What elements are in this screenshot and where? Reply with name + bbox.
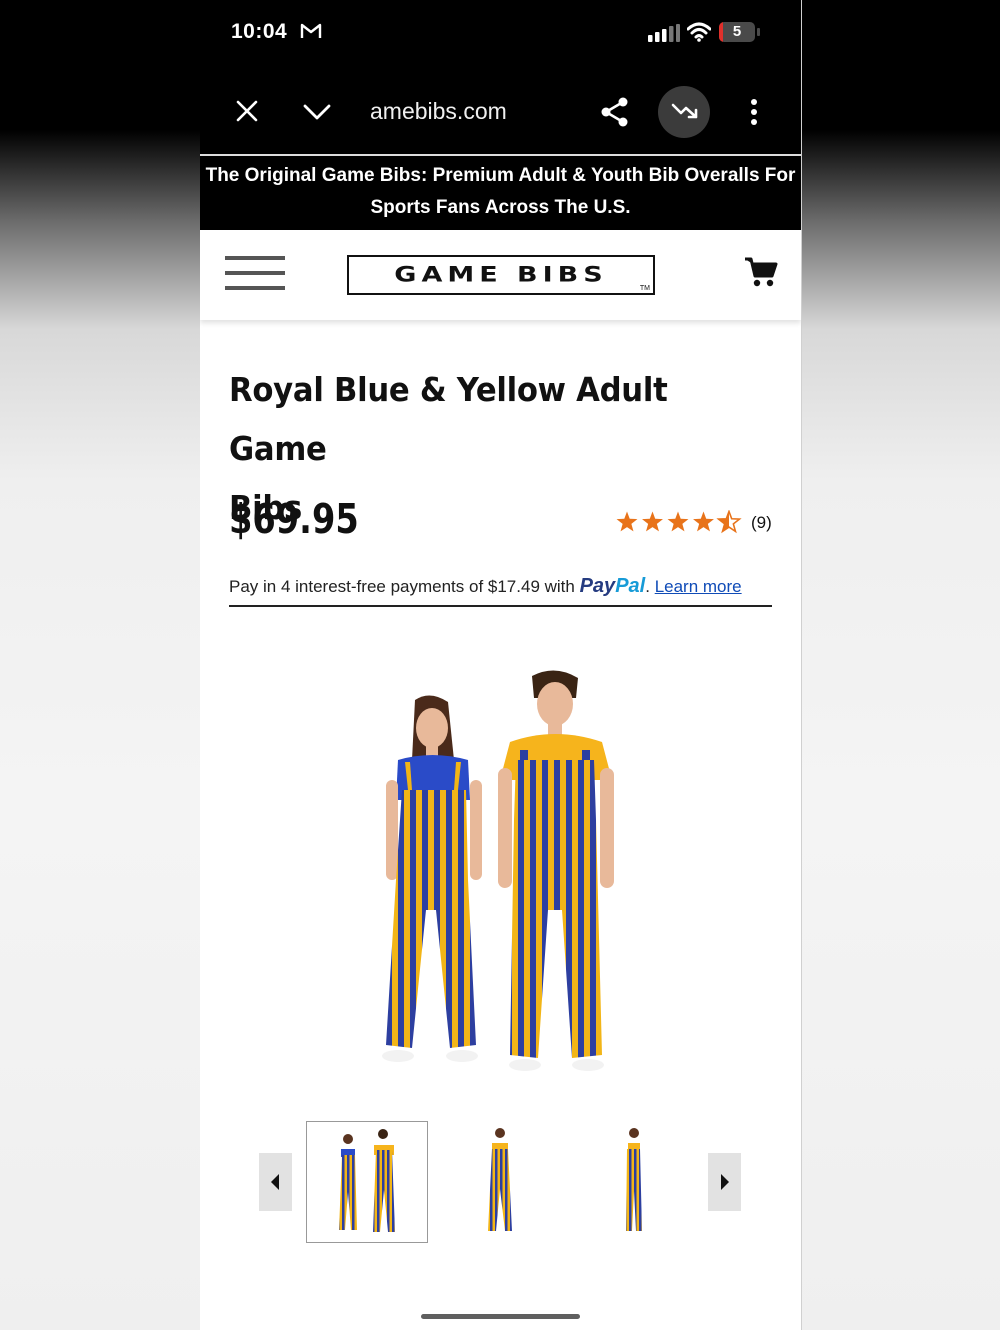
product-title-line-1: Royal Blue & Yellow Adult Game bbox=[229, 370, 668, 468]
learn-more-link[interactable]: Learn more bbox=[655, 577, 742, 596]
model-man bbox=[498, 670, 614, 1071]
shopping-cart-icon[interactable] bbox=[744, 256, 778, 293]
star-icon bbox=[667, 511, 689, 532]
main-product-image[interactable] bbox=[350, 650, 650, 1080]
home-indicator[interactable] bbox=[421, 1314, 580, 1319]
trending-down-icon bbox=[671, 101, 699, 126]
caret-left-icon bbox=[271, 1174, 279, 1190]
status-bar: 10:04 5 bbox=[200, 0, 801, 66]
product-price: $69.95 bbox=[229, 495, 359, 543]
gmail-icon bbox=[300, 22, 322, 45]
logo-text: GAME BIBS bbox=[394, 262, 608, 287]
announcement-bar: The Original Game Bibs: Premium Adult & … bbox=[200, 156, 801, 230]
gallery-prev-button[interactable] bbox=[259, 1153, 292, 1211]
close-icon[interactable] bbox=[236, 100, 258, 127]
chevron-down-icon[interactable] bbox=[303, 104, 331, 125]
share-icon[interactable] bbox=[600, 96, 630, 133]
announcement-line-2: Sports Fans Across The U.S. bbox=[370, 197, 631, 218]
gallery-thumbnail-3[interactable] bbox=[574, 1121, 696, 1243]
battery-percent: 5 bbox=[732, 23, 742, 40]
paypal-text: Pay in 4 interest-free payments of $17.4… bbox=[229, 577, 575, 596]
gallery-thumbnail-2[interactable] bbox=[440, 1121, 562, 1243]
trending-down-button[interactable] bbox=[658, 86, 710, 138]
star-icon bbox=[616, 511, 638, 532]
browser-toolbar: amebibs.com bbox=[200, 66, 801, 154]
site-header: GAME BIBS TM bbox=[200, 230, 801, 320]
gallery-next-button[interactable] bbox=[708, 1153, 741, 1211]
cellular-signal-icon bbox=[648, 24, 680, 47]
section-divider bbox=[229, 605, 772, 607]
star-icon bbox=[642, 511, 663, 532]
caret-right-icon bbox=[721, 1174, 729, 1190]
logo-trademark: TM bbox=[639, 285, 650, 292]
wifi-icon bbox=[686, 22, 712, 47]
status-time: 10:04 bbox=[231, 20, 288, 43]
hamburger-menu-icon[interactable] bbox=[225, 254, 285, 294]
site-logo[interactable]: GAME BIBS TM bbox=[347, 255, 655, 295]
battery-icon: 5 bbox=[719, 22, 755, 42]
star-icon bbox=[693, 511, 714, 532]
battery-nub bbox=[757, 28, 760, 36]
paypal-period: . bbox=[645, 577, 650, 596]
url-field[interactable]: amebibs.com bbox=[370, 98, 507, 125]
more-vertical-icon[interactable] bbox=[750, 99, 758, 130]
phone-screen: 10:04 5 amebibs.com The Original Game Bi… bbox=[200, 0, 802, 1330]
model-woman bbox=[382, 695, 482, 1062]
announcement-line-1: The Original Game Bibs: Premium Adult & … bbox=[205, 165, 796, 186]
gallery-thumbnail-1[interactable] bbox=[306, 1121, 428, 1243]
paypal-logo: PayPal bbox=[579, 575, 646, 597]
paypal-installments: Pay in 4 interest-free payments of $17.4… bbox=[229, 575, 742, 598]
star-icon bbox=[716, 509, 742, 534]
star-rating[interactable] bbox=[615, 509, 745, 539]
review-count[interactable]: (9) bbox=[751, 513, 772, 533]
